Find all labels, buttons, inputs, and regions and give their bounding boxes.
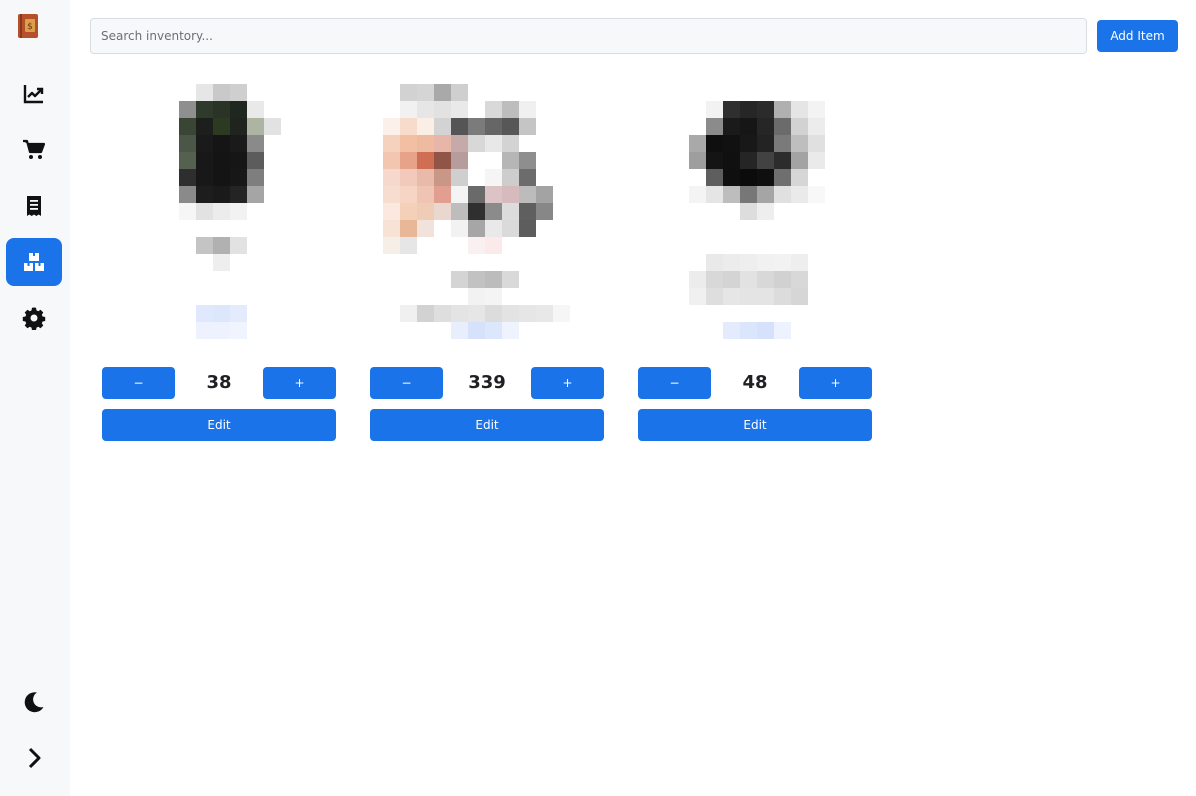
- nav-receipts[interactable]: [6, 182, 62, 230]
- moon-icon: [24, 692, 44, 713]
- increase-quantity-button[interactable]: +: [263, 367, 336, 399]
- add-item-button[interactable]: Add Item: [1097, 20, 1178, 52]
- dark-mode-toggle[interactable]: [6, 678, 62, 726]
- decrease-quantity-button[interactable]: −: [370, 367, 443, 399]
- inventory-card: − 339 + Edit: [370, 84, 604, 444]
- quantity-stepper: − 38 +: [102, 367, 336, 399]
- decrease-quantity-button[interactable]: −: [102, 367, 175, 399]
- sidebar: $: [0, 0, 70, 796]
- nav-analytics[interactable]: [6, 70, 62, 118]
- nav-inventory[interactable]: [6, 238, 62, 286]
- product-image: [370, 84, 604, 344]
- quantity-value: 38: [206, 372, 232, 393]
- product-image: [102, 84, 336, 344]
- expand-sidebar-button[interactable]: [6, 734, 62, 782]
- decrease-quantity-button[interactable]: −: [638, 367, 711, 399]
- edit-item-button[interactable]: Edit: [638, 409, 872, 441]
- nav-sales[interactable]: [6, 126, 62, 174]
- quantity-stepper: − 48 +: [638, 367, 872, 399]
- boxes-stacked-icon: [24, 253, 44, 271]
- gear-icon: [22, 307, 46, 330]
- quantity-stepper: − 339 +: [370, 367, 604, 399]
- inventory-card: − 38 + Edit: [102, 84, 336, 444]
- edit-item-button[interactable]: Edit: [102, 409, 336, 441]
- edit-item-button[interactable]: Edit: [370, 409, 604, 441]
- chart-line-icon: [23, 85, 44, 104]
- main-content: Add Item: [70, 0, 1196, 796]
- ledger-book-icon: $: [18, 14, 38, 38]
- increase-quantity-button[interactable]: +: [531, 367, 604, 399]
- quantity-value: 48: [742, 372, 768, 393]
- receipt-icon: [27, 196, 41, 216]
- inventory-card: − 48 + Edit: [638, 84, 872, 444]
- increase-quantity-button[interactable]: +: [799, 367, 872, 399]
- product-image: [638, 84, 872, 344]
- nav-settings[interactable]: [6, 294, 62, 342]
- shopping-cart-icon: [23, 139, 46, 159]
- svg-text:$: $: [27, 22, 33, 32]
- chevron-right-icon: [28, 747, 41, 769]
- quantity-value: 339: [468, 372, 506, 393]
- search-input[interactable]: [90, 18, 1087, 54]
